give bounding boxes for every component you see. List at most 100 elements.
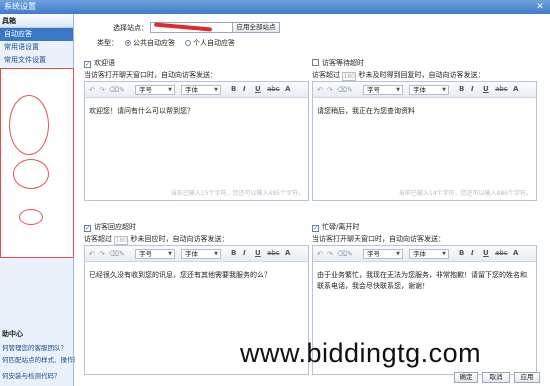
desc-prefix: 访客超过 — [84, 235, 112, 243]
editor-toolbar: ↶ ↷ ⌫ ✎ 字号 ▼ 字体 ▼ B I U abc A — [313, 82, 536, 98]
redo-icon[interactable]: ↷ — [99, 250, 105, 258]
editor-toolbar: ↶ ↷ ⌫ ✎ 字号 ▼ 字体 ▼ B I U abc A — [313, 246, 536, 262]
sidebar-item-auto-reply[interactable]: 自动应答 — [0, 28, 73, 41]
font-family-select[interactable]: 字体 ▼ — [181, 85, 221, 95]
bold-button[interactable]: B — [231, 249, 236, 257]
checkbox-icon[interactable]: ✓ — [84, 225, 91, 232]
brush-icon[interactable]: ✎ — [347, 86, 353, 94]
type-option-public[interactable]: 公共自动应答 — [125, 38, 175, 48]
font-family-label: 字体 — [185, 250, 198, 258]
chevron-down-icon: ▼ — [214, 251, 218, 257]
apply-all-sites-button[interactable]: 应用全部站点 — [232, 22, 280, 33]
window-titlebar: 系统设置 ✕ — [0, 0, 550, 14]
card-wait-timeout-title[interactable]: 访客等待超时 — [312, 58, 364, 68]
strikethrough-button[interactable]: abc — [267, 85, 280, 93]
chevron-down-icon: ▼ — [442, 87, 446, 93]
seconds-input[interactable]: 180 — [342, 72, 357, 81]
undo-icon[interactable]: ↶ — [317, 250, 323, 258]
eraser-icon[interactable]: ⌫ — [109, 86, 119, 94]
close-icon[interactable]: ✕ — [534, 1, 546, 13]
brush-icon[interactable]: ✎ — [119, 86, 125, 94]
sidebar: 具箱 自动应答 常用语设置 常用文件设置 助中心 何管理您的客服团队？ 何匹配站… — [0, 14, 80, 386]
sidebar-item-common-phrases[interactable]: 常用语设置 — [0, 41, 73, 54]
underline-button[interactable]: U — [483, 85, 489, 93]
brush-icon[interactable]: ✎ — [119, 250, 125, 258]
strikethrough-button[interactable]: abc — [495, 249, 508, 257]
italic-button[interactable]: I — [243, 249, 246, 257]
font-color-button[interactable]: A — [285, 249, 290, 257]
font-size-label: 字号 — [139, 250, 152, 258]
type-option-public-label: 公共自动应答 — [133, 39, 175, 47]
type-option-personal[interactable]: 个人自动应答 — [185, 38, 235, 48]
font-size-select[interactable]: 字号 ▼ — [363, 249, 403, 259]
font-color-button[interactable]: A — [285, 85, 290, 93]
strikethrough-button[interactable]: abc — [495, 85, 508, 93]
italic-button[interactable]: I — [471, 85, 474, 93]
apply-button[interactable]: 应用 — [514, 372, 540, 383]
font-size-label: 字号 — [367, 86, 380, 94]
radio-icon — [185, 40, 191, 46]
ok-button[interactable]: 确定 — [454, 372, 478, 383]
reply-timeout-message: 已经很久没有收到您的讯息，您还有其他需要我服务的么？ — [89, 271, 271, 279]
char-counter: 当前已输入14个字符，您还可以输入486个字符。 — [398, 190, 532, 197]
font-size-select[interactable]: 字号 ▼ — [135, 249, 175, 259]
underline-button[interactable]: U — [255, 249, 261, 257]
checkbox-icon[interactable]: ✓ — [84, 61, 91, 68]
font-family-select[interactable]: 字体 ▼ — [409, 85, 449, 95]
italic-button[interactable]: I — [471, 249, 474, 257]
welcome-editor[interactable]: ↶ ↷ ⌫ ✎ 字号 ▼ 字体 ▼ B I U abc A 欢迎您！请问有什么可以帮… — [84, 81, 309, 201]
desc-suffix: 秒未及时得到回复时，自动向访客发送： — [358, 71, 485, 79]
underline-button[interactable]: U — [255, 85, 261, 93]
busy-away-message: 由于业务繁忙，我现在无法为您服务，非常抱歉！请留下您的姓名和联系电话，我会尽快联… — [317, 271, 527, 290]
redo-icon[interactable]: ↷ — [327, 250, 333, 258]
site-label: 选择站点： — [113, 24, 148, 32]
card-busy-away-title[interactable]: ✓ 忙碌/离开时 — [312, 222, 359, 232]
font-family-select[interactable]: 字体 ▼ — [181, 249, 221, 259]
font-size-label: 字号 — [367, 250, 380, 258]
undo-icon[interactable]: ↶ — [89, 250, 95, 258]
card-welcome-title[interactable]: ✓ 欢迎语 — [84, 58, 115, 68]
redo-icon[interactable]: ↷ — [327, 86, 333, 94]
welcome-message: 欢迎您！请问有什么可以帮到您？ — [89, 107, 194, 115]
font-family-label: 字体 — [413, 86, 426, 94]
help-link-team[interactable]: 何管理您的客服团队？ — [2, 342, 67, 352]
eraser-icon[interactable]: ⌫ — [337, 86, 347, 94]
font-size-select[interactable]: 字号 ▼ — [135, 85, 175, 95]
wait-timeout-editor[interactable]: ↶ ↷ ⌫ ✎ 字号 ▼ 字体 ▼ B I U abc A 请您稍后，我正在为您查询… — [312, 81, 537, 201]
help-link-style[interactable]: 何匹配站点的样式、操作行 — [2, 354, 80, 364]
eraser-icon[interactable]: ⌫ — [337, 250, 347, 258]
checkbox-icon[interactable]: ✓ — [312, 225, 319, 232]
cancel-button[interactable]: 取消 — [482, 372, 510, 383]
type-label: 类型： — [97, 39, 118, 47]
redo-icon[interactable]: ↷ — [99, 86, 105, 94]
help-link-install[interactable]: 何安装与检测代码？ — [2, 370, 61, 380]
chevron-down-icon: ▼ — [396, 251, 400, 257]
undo-icon[interactable]: ↶ — [317, 86, 323, 94]
chevron-down-icon: ▼ — [168, 87, 172, 93]
seconds-input[interactable]: 180 — [114, 236, 129, 245]
font-color-button[interactable]: A — [513, 85, 518, 93]
font-size-select[interactable]: 字号 ▼ — [363, 85, 403, 95]
font-family-label: 字体 — [413, 250, 426, 258]
editor-toolbar: ↶ ↷ ⌫ ✎ 字号 ▼ 字体 ▼ B I U abc A — [85, 82, 308, 98]
sidebar-item-common-files[interactable]: 常用文件设置 — [0, 54, 73, 67]
strikethrough-button[interactable]: abc — [267, 249, 280, 257]
type-option-personal-label: 个人自动应答 — [193, 39, 235, 47]
bold-button[interactable]: B — [231, 85, 236, 93]
card-reply-timeout-title[interactable]: ✓ 访客回应超时 — [84, 222, 136, 232]
brush-icon[interactable]: ✎ — [347, 250, 353, 258]
main-panel: 选择站点： ▼ 应用全部站点 类型： 公共自动应答 个人自动应答 ✓欢迎语 当访… — [75, 14, 550, 386]
undo-icon[interactable]: ↶ — [89, 86, 95, 94]
bold-button[interactable]: B — [459, 249, 464, 257]
font-family-select[interactable]: 字体 ▼ — [409, 249, 449, 259]
bold-button[interactable]: B — [459, 85, 464, 93]
eraser-icon[interactable]: ⌫ — [109, 250, 119, 258]
window-title: 系统设置 — [4, 2, 36, 11]
card-title-text: 访客回应超时 — [94, 223, 136, 231]
italic-button[interactable]: I — [243, 85, 246, 93]
card-busy-away-desc: 当访客打开聊天窗口时，自动向访客发送： — [312, 235, 445, 243]
chevron-down-icon: ▼ — [168, 251, 172, 257]
checkbox-icon[interactable] — [312, 59, 319, 66]
font-color-button[interactable]: A — [513, 249, 518, 257]
underline-button[interactable]: U — [483, 249, 489, 257]
